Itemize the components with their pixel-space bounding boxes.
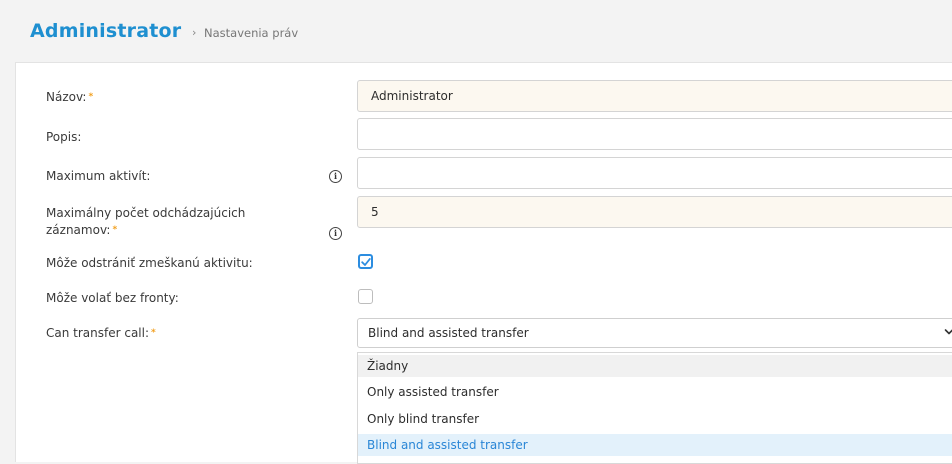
name-label-text: Názov:: [46, 90, 87, 104]
dropdown-option[interactable]: Only blind transfer: [358, 408, 952, 430]
can-delete-missed-label: Môže odstrániť zmeškanú aktivitu:: [46, 256, 253, 270]
can-call-without-queue-label: Môže volať bez fronty:: [46, 291, 179, 305]
max-activities-label: Maximum aktivít:: [46, 169, 151, 183]
max-activities-input[interactable]: [357, 157, 952, 189]
info-icon[interactable]: i: [329, 227, 342, 240]
can-transfer-select[interactable]: Blind and assisted transfer: [357, 318, 952, 348]
page-title[interactable]: Administrator: [30, 20, 181, 42]
chevron-down-icon: [944, 329, 952, 335]
max-outgoing-label-line1: Maximálny počet odchádzajúcich: [46, 206, 246, 220]
max-outgoing-label: Maximálny počet odchádzajúcich záznamov:…: [46, 205, 245, 239]
breadcrumb: Nastavenia práv: [204, 26, 299, 40]
name-label: Názov: *: [46, 89, 93, 106]
dropdown-option-selected[interactable]: Blind and assisted transfer: [358, 434, 952, 456]
required-marker: *: [151, 328, 156, 338]
required-marker: *: [112, 225, 118, 235]
panel-lower-area: [15, 362, 358, 462]
can-transfer-label: Can transfer call: *: [46, 325, 156, 342]
info-icon[interactable]: i: [329, 170, 342, 183]
checkmark-icon: [361, 258, 371, 266]
dropdown-option[interactable]: Žiadny: [358, 355, 952, 377]
max-outgoing-input[interactable]: 5: [357, 196, 952, 228]
dropdown-option[interactable]: Only assisted transfer: [358, 381, 952, 403]
page-header: Administrator › Nastavenia práv: [0, 0, 952, 60]
can-transfer-dropdown: Žiadny Only assisted transfer Only blind…: [357, 352, 952, 464]
can-call-without-queue-checkbox[interactable]: [358, 289, 373, 304]
required-marker: *: [88, 92, 94, 102]
can-transfer-selected-value: Blind and assisted transfer: [368, 326, 529, 340]
can-delete-missed-checkbox[interactable]: [358, 254, 373, 269]
can-transfer-label-text: Can transfer call:: [46, 326, 150, 340]
name-input[interactable]: Administrator: [357, 80, 952, 112]
description-label: Popis:: [46, 130, 82, 144]
max-outgoing-label-line2: záznamov:: [46, 223, 111, 237]
breadcrumb-separator: ›: [192, 26, 197, 39]
description-input[interactable]: [357, 118, 952, 150]
